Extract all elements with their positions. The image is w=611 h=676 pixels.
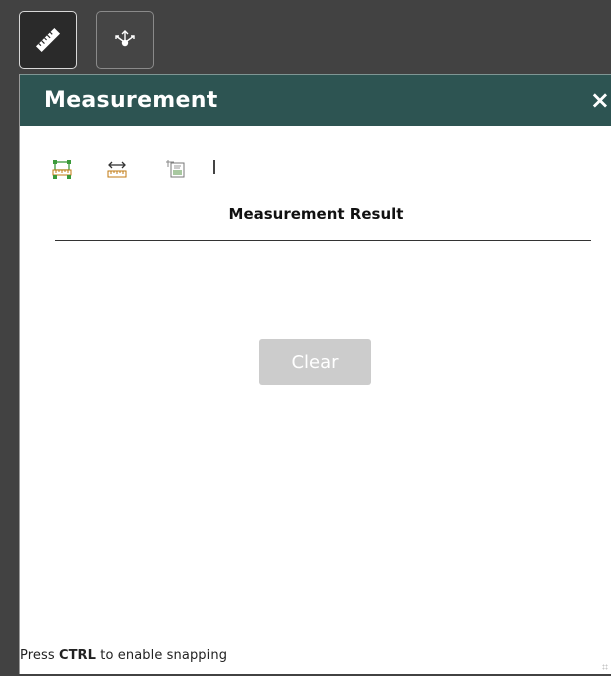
hint-prefix: Press	[20, 648, 59, 663]
measurement-result-title: Measurement Result	[228, 205, 404, 223]
move-arrows-icon	[115, 30, 135, 47]
toolbar-divider	[213, 160, 215, 174]
result-divider	[55, 240, 591, 241]
hint-suffix: to enable snapping	[96, 648, 228, 663]
close-icon[interactable]: ×	[590, 86, 610, 114]
widget-toolbar	[0, 0, 611, 74]
measurement-panel: Measurement × Measurement Result Clear P…	[19, 74, 611, 674]
clear-button[interactable]: Clear	[259, 339, 371, 385]
ruler-icon	[35, 27, 61, 53]
locate-tool-button[interactable]	[96, 11, 154, 69]
panel-header: Measurement ×	[20, 74, 611, 126]
distance-measure-icon[interactable]	[106, 158, 128, 180]
hint-key: CTRL	[58, 648, 97, 663]
coordinate-location-icon[interactable]	[165, 158, 187, 180]
panel-title: Measurement	[44, 88, 218, 113]
snapping-hint: Press CTRL to enable snapping	[20, 648, 227, 663]
area-measure-icon[interactable]	[51, 158, 73, 180]
resize-handle[interactable]	[602, 664, 608, 670]
measure-tool-button[interactable]	[19, 11, 77, 69]
